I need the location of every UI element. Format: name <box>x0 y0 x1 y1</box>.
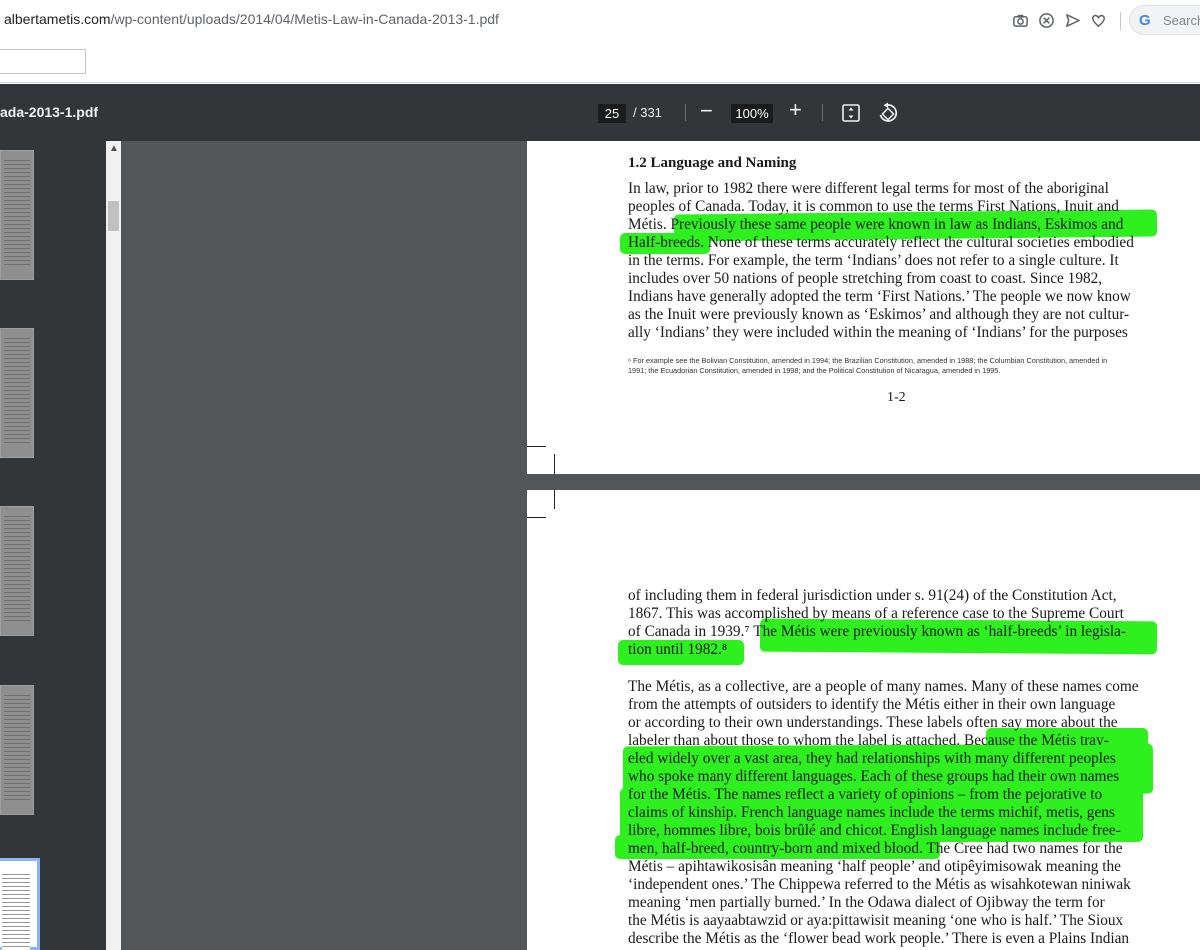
text-line: In law, prior to 1982 there were differe… <box>628 180 1109 197</box>
toolbar-input[interactable] <box>0 49 86 74</box>
page-total: / 331 <box>633 105 662 120</box>
url-path: /wp-content/uploads/2014/04/Metis-Law-in… <box>110 11 499 27</box>
text-line: men, half-breed, country-born and mixed … <box>628 840 1123 857</box>
pdf-title: ada-2013-1.pdf <box>0 104 99 120</box>
section-heading: 1.2 Language and Naming <box>628 155 797 171</box>
text-line: meaning ‘men partially burned.’ In the O… <box>628 894 1105 911</box>
crop-mark <box>527 517 546 518</box>
text-line: labeler than about those to whom the lab… <box>628 732 1109 749</box>
scroll-up-icon[interactable]: ▲ <box>109 143 119 154</box>
page-thumbnail[interactable] <box>0 685 34 815</box>
text-line: 1867. This was accomplished by means of … <box>628 605 1124 622</box>
text-line: The Métis, as a collective, are a people… <box>628 678 1139 695</box>
pdf-page: of including them in federal jurisdictio… <box>527 490 1200 950</box>
secondary-toolbar <box>0 40 1200 83</box>
heart-icon[interactable] <box>1090 12 1107 29</box>
text-line: of Canada in 1939.⁷ The Métis were previ… <box>628 623 1126 640</box>
text-line: from the attempts of outsiders to identi… <box>628 696 1116 713</box>
fit-page-icon[interactable] <box>841 103 861 123</box>
text-line: of including them in federal jurisdictio… <box>628 587 1117 604</box>
text-line: ally ‘Indians’ they were included within… <box>628 324 1128 341</box>
crop-mark <box>554 454 555 474</box>
page-thumbnail[interactable] <box>0 506 34 636</box>
send-icon[interactable] <box>1064 12 1081 29</box>
zoom-in-button[interactable]: + <box>789 97 802 123</box>
text-line: includes over 50 nations of people stret… <box>628 270 1103 287</box>
text-line: Indians have generally adopted the term … <box>628 288 1131 305</box>
text-line: describe the Métis as the ‘flower bead w… <box>628 930 1130 947</box>
pdf-page: 1.2 Language and Naming In law, prior to… <box>527 141 1200 474</box>
rotate-icon[interactable] <box>877 102 899 124</box>
page-number: 1-2 <box>887 390 906 405</box>
text-line: who spoke many different languages. Each… <box>628 768 1120 785</box>
text-line: Métis. Previously these same people were… <box>628 216 1124 233</box>
text-line: Métis – apihtawikosisân meaning ‘half pe… <box>628 858 1121 875</box>
text-line: claims of kinship. French language names… <box>628 804 1115 821</box>
toolbar-divider <box>685 104 686 121</box>
text-line: libre, hommes libre, bois brûlé and chic… <box>628 822 1121 839</box>
footnote-line: ⁶ For example see the Bolivian Constitut… <box>628 356 1108 365</box>
url-text[interactable]: albertametis.com/wp-content/uploads/2014… <box>4 11 499 27</box>
toolbar-separator <box>1120 12 1121 30</box>
text-line: ‘independent ones.’ The Chippewa referre… <box>628 876 1131 893</box>
footnote-line: 1991; the Ecuadorian Constitution, amend… <box>628 366 1001 375</box>
google-icon: G <box>1139 12 1151 29</box>
blocked-icon[interactable] <box>1038 12 1055 29</box>
text-line: or according to their own understandings… <box>628 714 1118 731</box>
zoom-out-button[interactable]: − <box>700 98 713 124</box>
address-bar[interactable]: albertametis.com/wp-content/uploads/2014… <box>0 0 1200 40</box>
page-thumbnail-selected[interactable] <box>0 858 40 950</box>
pdf-toolbar: ada-2013-1.pdf 25 / 331 − 100% + <box>0 84 1200 141</box>
search-placeholder: Search <box>1163 13 1200 28</box>
zoom-input[interactable]: 100% <box>731 104 773 123</box>
search-box[interactable]: G Search <box>1129 5 1200 35</box>
thumbnail-sidebar <box>0 141 106 950</box>
toolbar-divider <box>822 104 823 121</box>
scrollbar-thumb[interactable] <box>108 201 119 231</box>
text-line: Half-breeds. None of these terms accurat… <box>628 234 1134 251</box>
text-line: as the Inuit were previously known as ‘E… <box>628 306 1130 323</box>
text-line: for the Métis. The names reflect a varie… <box>628 786 1103 803</box>
text-line: the Métis is aayaabtawzid or aya:pittawi… <box>628 912 1124 929</box>
page-thumbnail[interactable] <box>0 150 34 280</box>
text-line: eled widely over a vast area, they had r… <box>628 750 1116 767</box>
page-thumbnail[interactable] <box>0 328 34 458</box>
text-line: peoples of Canada. Today, it is common t… <box>628 198 1119 215</box>
crop-mark <box>527 446 546 447</box>
sidebar-scrollbar[interactable]: ▲ <box>106 141 121 950</box>
page-number-input[interactable]: 25 <box>598 104 626 123</box>
text-line: in the terms. For example, the term ‘Ind… <box>628 252 1119 269</box>
text-line: tion until 1982.⁸ <box>628 641 728 658</box>
camera-icon[interactable] <box>1012 12 1029 29</box>
url-host: albertametis.com <box>4 11 111 27</box>
crop-mark <box>554 490 555 509</box>
